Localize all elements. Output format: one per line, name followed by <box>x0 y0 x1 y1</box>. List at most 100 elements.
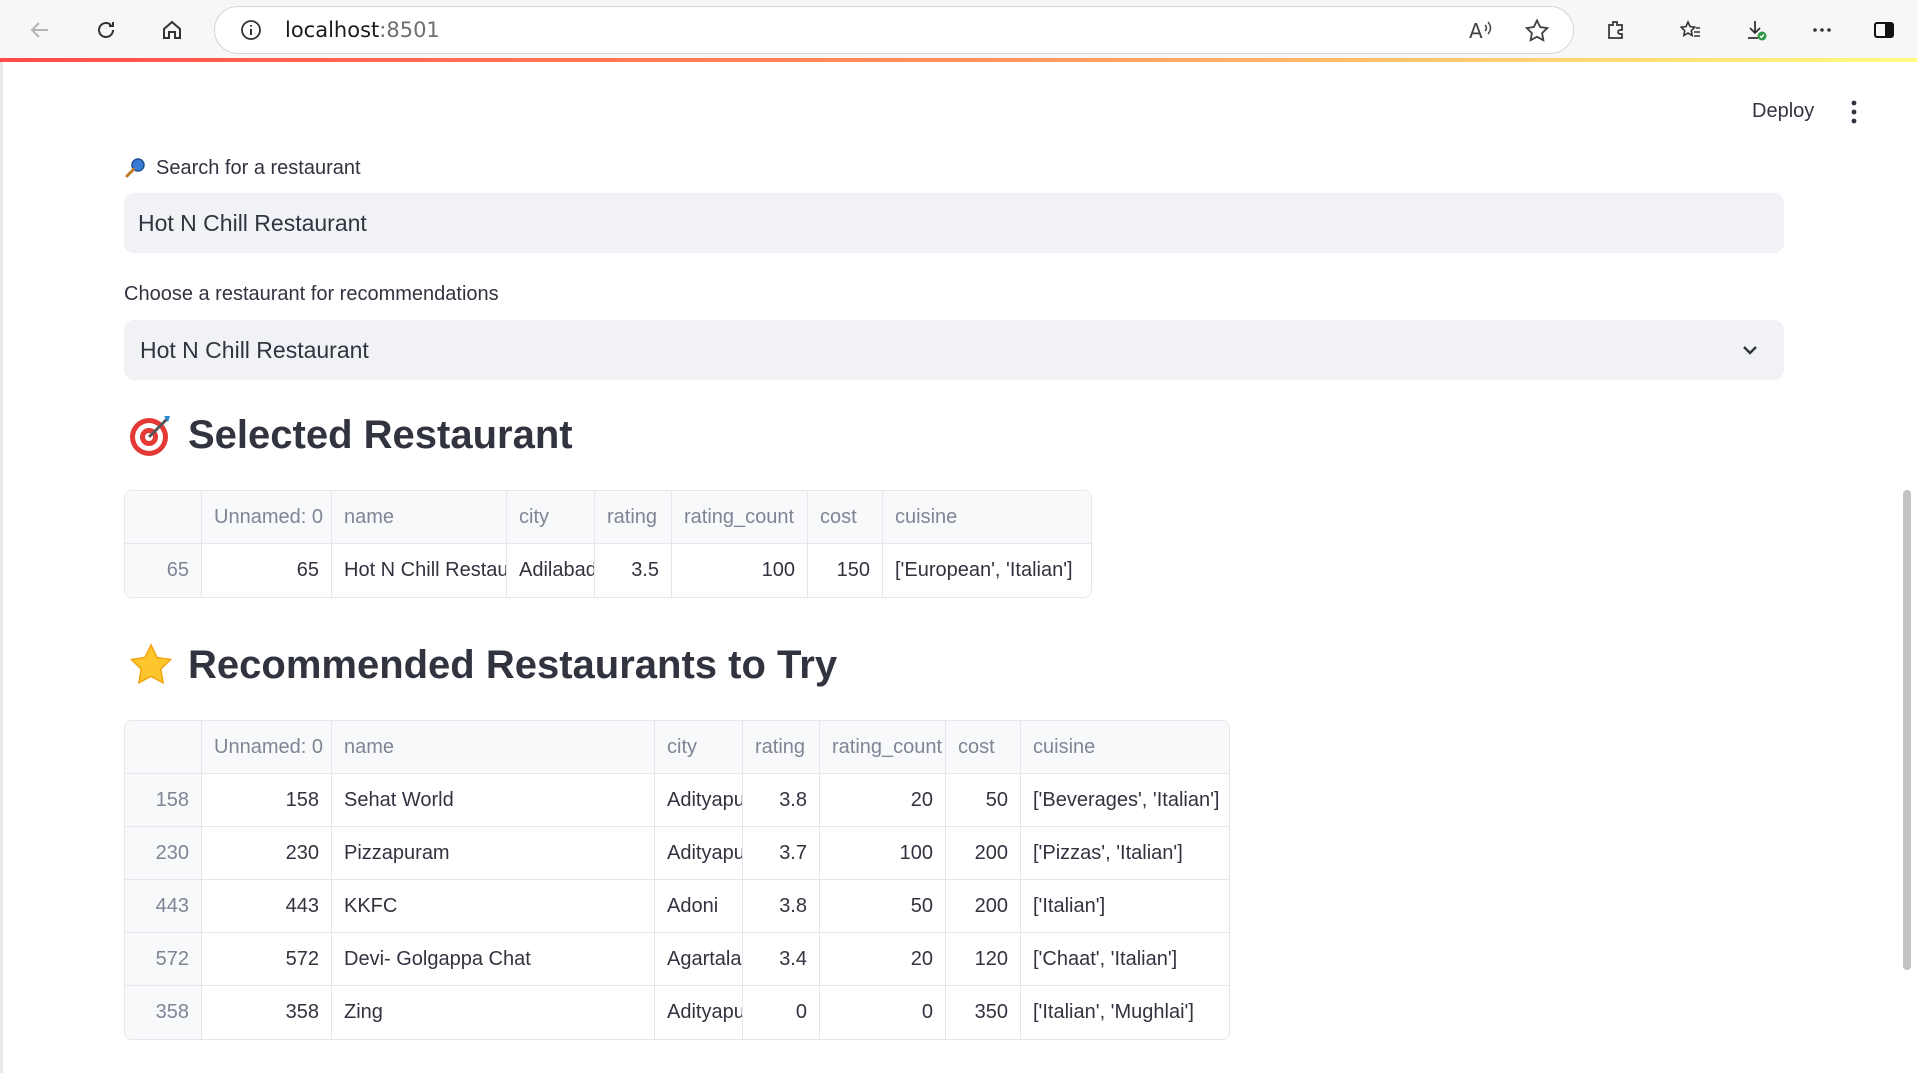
column-header[interactable]: Unnamed: 0 <box>202 721 332 774</box>
table-row[interactable]: 65 65 Hot N Chill Restaur Adilabad 3.5 100 150… <box>125 544 1091 597</box>
table-row[interactable]: 230 230 Pizzapuram Adityapu 3.7 100 200 ['Pizza… <box>125 827 1229 880</box>
table-cell[interactable]: 65 <box>202 544 332 597</box>
deploy-button[interactable]: Deploy <box>1752 100 1814 123</box>
column-header[interactable]: name <box>332 721 655 774</box>
star-icon <box>129 643 173 685</box>
table-cell[interactable]: 3.8 <box>743 774 820 827</box>
main-menu-icon[interactable] <box>1846 98 1862 126</box>
address-bar[interactable]: localhost:8501 A <box>214 6 1574 54</box>
table-cell[interactable]: 20 <box>820 774 946 827</box>
restaurant-select[interactable]: Hot N Chill Restaurant <box>124 320 1784 380</box>
table-cell[interactable]: Hot N Chill Restaur <box>332 544 507 597</box>
column-header[interactable]: Unnamed: 0 <box>202 491 332 544</box>
table-cell[interactable]: 100 <box>672 544 808 597</box>
column-header[interactable]: city <box>507 491 595 544</box>
table-cell[interactable]: 3.4 <box>743 933 820 986</box>
table-cell[interactable]: 200 <box>946 880 1021 933</box>
table-cell[interactable]: Zing <box>332 986 655 1039</box>
column-header[interactable] <box>125 491 202 544</box>
table-cell[interactable]: 230 <box>202 827 332 880</box>
column-header[interactable]: city <box>655 721 743 774</box>
page-scrollbar[interactable] <box>1903 490 1911 970</box>
table-cell[interactable]: 350 <box>946 986 1021 1039</box>
table-cell[interactable]: 120 <box>946 933 1021 986</box>
table-row[interactable]: 158 158 Sehat World Adityapu 3.8 20 50 ['Bevera… <box>125 774 1229 827</box>
table-cell[interactable]: Adityapu <box>655 986 743 1039</box>
table-cell[interactable]: ['Italian', 'Mughlai'] <box>1021 986 1229 1039</box>
table-cell[interactable]: 50 <box>946 774 1021 827</box>
url-text: localhost:8501 <box>285 18 440 42</box>
choose-label: Choose a restaurant for recommendations <box>124 283 499 305</box>
sidebar-toggle-icon[interactable] <box>1866 12 1902 48</box>
back-icon[interactable] <box>22 12 58 48</box>
column-header[interactable]: rating <box>595 491 672 544</box>
recommended-heading: Recommended Restaurants to Try <box>128 642 837 688</box>
column-header[interactable]: cuisine <box>883 491 1091 544</box>
table-cell[interactable]: 158 <box>202 774 332 827</box>
table-cell[interactable]: 20 <box>820 933 946 986</box>
table-cell[interactable]: ['Pizzas', 'Italian'] <box>1021 827 1229 880</box>
table-cell[interactable]: 0 <box>743 986 820 1039</box>
magnifier-icon <box>125 158 145 178</box>
table-cell[interactable]: Adityapu <box>655 774 743 827</box>
table-cell[interactable]: 50 <box>820 880 946 933</box>
extensions-icon[interactable] <box>1598 12 1634 48</box>
table-cell[interactable]: Agartala <box>655 933 743 986</box>
column-header[interactable]: rating_count <box>820 721 946 774</box>
column-header[interactable]: cuisine <box>1021 721 1229 774</box>
table-cell[interactable]: ['Italian'] <box>1021 880 1229 933</box>
table-cell[interactable]: 0 <box>820 986 946 1039</box>
home-icon[interactable] <box>154 12 190 48</box>
favorite-star-icon[interactable] <box>1523 17 1551 45</box>
svg-text:A: A <box>1469 19 1483 43</box>
table-header-row: Unnamed: 0 name city rating rating_count cost… <box>125 721 1229 774</box>
table-cell[interactable]: 100 <box>820 827 946 880</box>
table-cell[interactable]: Adilabad <box>507 544 595 597</box>
row-index-cell[interactable]: 572 <box>125 933 202 986</box>
table-row[interactable]: 358 358 Zing Adityapu 0 0 350 ['Italian', 'Mugh… <box>125 986 1229 1039</box>
column-header[interactable]: name <box>332 491 507 544</box>
table-cell[interactable]: 443 <box>202 880 332 933</box>
column-header[interactable]: cost <box>808 491 883 544</box>
recommended-restaurants-table[interactable]: Unnamed: 0 name city rating rating_count cost… <box>124 720 1230 1040</box>
row-index-cell[interactable]: 358 <box>125 986 202 1039</box>
column-header[interactable] <box>125 721 202 774</box>
downloads-icon[interactable] <box>1738 12 1774 48</box>
table-cell[interactable]: ['Beverages', 'Italian'] <box>1021 774 1229 827</box>
search-label: Search for a restaurant <box>124 156 361 180</box>
table-cell[interactable]: KKFC <box>332 880 655 933</box>
table-row[interactable]: 572 572 Devi- Golgappa Chat Agartala 3.4 20 12… <box>125 933 1229 986</box>
table-cell[interactable]: 150 <box>808 544 883 597</box>
selected-restaurant-table[interactable]: Unnamed: 0 name city rating rating_count cost… <box>124 490 1092 598</box>
chevron-down-icon <box>1743 346 1757 355</box>
browser-toolbar: localhost:8501 A <box>0 0 1917 60</box>
table-cell[interactable]: 200 <box>946 827 1021 880</box>
table-cell[interactable]: 358 <box>202 986 332 1039</box>
more-options-icon[interactable] <box>1804 12 1840 48</box>
column-header[interactable]: rating <box>743 721 820 774</box>
row-index-cell[interactable]: 443 <box>125 880 202 933</box>
table-cell[interactable]: 572 <box>202 933 332 986</box>
refresh-icon[interactable] <box>88 12 124 48</box>
table-cell[interactable]: Adityapu <box>655 827 743 880</box>
row-index-cell[interactable]: 158 <box>125 774 202 827</box>
selected-heading: Selected Restaurant <box>128 412 573 458</box>
table-cell[interactable]: ['Chaat', 'Italian'] <box>1021 933 1229 986</box>
read-aloud-icon[interactable]: A <box>1467 17 1495 45</box>
column-header[interactable]: rating_count <box>672 491 808 544</box>
row-index-cell[interactable]: 230 <box>125 827 202 880</box>
table-cell[interactable]: 3.7 <box>743 827 820 880</box>
search-input[interactable]: Hot N Chill Restaurant <box>124 193 1784 253</box>
table-row[interactable]: 443 443 KKFC Adoni 3.8 50 200 ['Italian'] <box>125 880 1229 933</box>
table-cell[interactable]: Sehat World <box>332 774 655 827</box>
site-info-icon[interactable] <box>239 18 263 42</box>
column-header[interactable]: cost <box>946 721 1021 774</box>
table-cell[interactable]: Adoni <box>655 880 743 933</box>
table-cell[interactable]: ['European', 'Italian'] <box>883 544 1091 597</box>
table-cell[interactable]: Pizzapuram <box>332 827 655 880</box>
favorites-icon[interactable] <box>1672 12 1708 48</box>
table-cell[interactable]: Devi- Golgappa Chat <box>332 933 655 986</box>
table-cell[interactable]: 3.8 <box>743 880 820 933</box>
table-cell[interactable]: 3.5 <box>595 544 672 597</box>
row-index-cell[interactable]: 65 <box>125 544 202 597</box>
